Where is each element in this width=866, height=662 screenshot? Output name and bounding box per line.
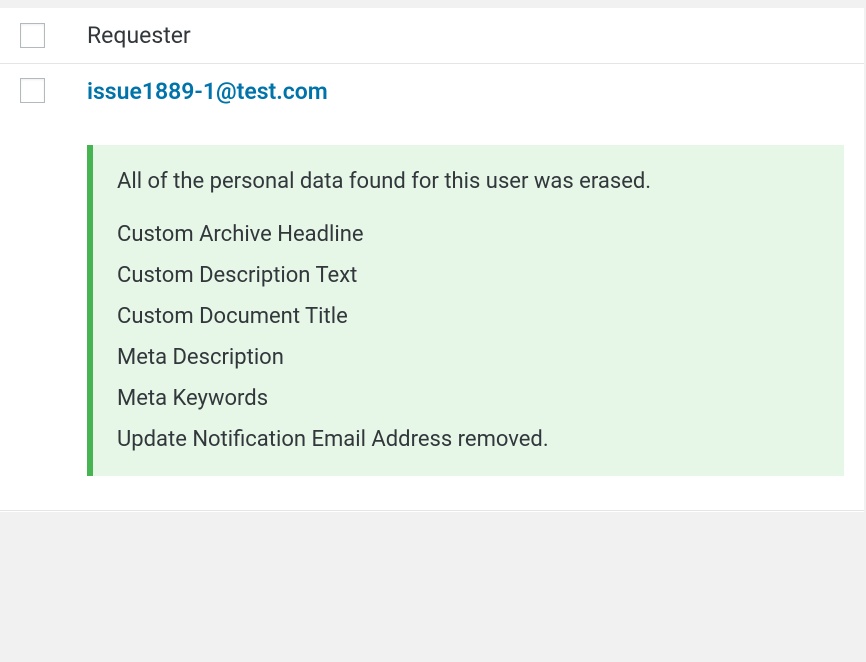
row-checkbox[interactable] — [20, 78, 45, 103]
notice-item: Update Notification Email Address remove… — [117, 427, 820, 452]
success-notice: All of the personal data found for this … — [87, 145, 844, 476]
notice-item: Meta Keywords — [117, 386, 820, 411]
requester-link[interactable]: issue1889-1@test.com — [87, 78, 328, 105]
notice-item: Custom Archive Headline — [117, 222, 820, 247]
column-header-requester[interactable]: Requester — [87, 22, 191, 49]
notice-item: Meta Description — [117, 345, 820, 370]
table-row: issue1889-1@test.com All of the personal… — [0, 64, 864, 510]
notice-main-text: All of the personal data found for this … — [117, 169, 820, 194]
select-all-checkbox[interactable] — [20, 23, 45, 48]
notice-item: Custom Description Text — [117, 263, 820, 288]
row-content: issue1889-1@test.com All of the personal… — [87, 78, 844, 510]
table-bottom-border — [0, 510, 864, 512]
notice-item: Custom Document Title — [117, 304, 820, 329]
table-header: Requester — [0, 8, 864, 64]
requests-table: Requester issue1889-1@test.com All of th… — [0, 8, 864, 512]
